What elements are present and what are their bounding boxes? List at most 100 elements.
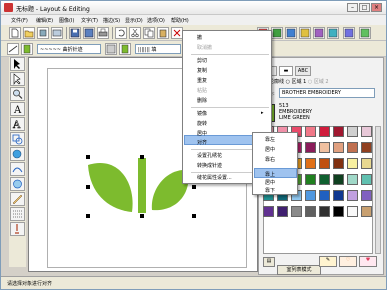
line-sew-icon[interactable] [7, 43, 19, 55]
hoop-icon[interactable] [299, 27, 311, 39]
color-swatch[interactable] [347, 174, 358, 185]
color-swatch[interactable] [263, 206, 274, 217]
menu-item-hole-sew[interactable]: 设置孔绣花 [197, 152, 222, 159]
menu-options[interactable]: 选项(O) [147, 17, 165, 24]
browse-icon[interactable] [51, 27, 63, 39]
menu-file[interactable]: 文件(F) [11, 17, 28, 24]
region-sew-icon[interactable] [105, 43, 117, 55]
point-edit-icon[interactable] [10, 72, 25, 86]
color-swatch[interactable] [333, 174, 344, 185]
color-swatch[interactable] [305, 174, 316, 185]
selection-handle[interactable] [86, 155, 90, 159]
line-color-icon[interactable] [21, 43, 33, 55]
menu-item-center[interactable]: 居中 [197, 130, 207, 137]
new-file-icon[interactable] [9, 27, 21, 39]
region-sew-type-select[interactable]: ||||||| 填 [135, 44, 181, 54]
menu-item-convert-stitch[interactable]: 转换成针迹 [197, 162, 222, 169]
menu-display[interactable]: 显示(D) [125, 17, 143, 24]
shape-icon[interactable] [10, 132, 25, 146]
thread-brand-select[interactable]: BROTHER EMBROIDERY [279, 88, 375, 98]
open-template-icon[interactable] [37, 27, 49, 39]
color-swatch[interactable] [361, 190, 372, 201]
tab-colors[interactable]: ▬ [279, 66, 293, 76]
color-swatch[interactable] [319, 158, 330, 169]
selection-handle[interactable] [140, 214, 144, 218]
selection-handle[interactable] [140, 155, 144, 159]
menu-item-paste[interactable]: 粘贴 [197, 87, 207, 94]
color-swatch[interactable] [291, 206, 302, 217]
menu-help[interactable]: 帮助(H) [171, 17, 189, 24]
align-center-h[interactable]: 居中 [265, 146, 275, 153]
color-swatch[interactable] [305, 126, 316, 137]
menu-item-delete[interactable]: 删除 [197, 97, 207, 104]
paste-icon[interactable] [157, 27, 169, 39]
align-bottom[interactable]: 靠下 [265, 187, 275, 194]
tab-abc[interactable]: ABC [295, 66, 311, 76]
menu-item-mirror[interactable]: 镜像 [197, 110, 207, 117]
color-swatch[interactable] [333, 190, 344, 201]
menu-item-undo[interactable]: 撤 [197, 34, 202, 41]
align-right[interactable]: 靠右 [265, 156, 275, 163]
region-color-icon[interactable] [119, 43, 131, 55]
heart-outline-icon[interactable]: ♡ [339, 256, 357, 267]
zoom-icon[interactable] [10, 87, 25, 101]
selection-handle[interactable] [192, 185, 196, 189]
align-top[interactable]: 靠上 [265, 171, 275, 178]
write-card-icon[interactable] [343, 27, 355, 39]
color-swatch[interactable] [305, 190, 316, 201]
text-tool-icon[interactable]: A [10, 102, 25, 116]
color-swatch[interactable] [361, 174, 372, 185]
outline-text-icon[interactable]: A [10, 117, 25, 131]
color-swatch[interactable] [333, 142, 344, 153]
save-as-icon[interactable] [83, 27, 95, 39]
color-swatch[interactable] [347, 142, 358, 153]
selection-handle[interactable] [86, 185, 90, 189]
stitch-tool-icon[interactable] [10, 207, 25, 221]
color-swatch[interactable] [347, 190, 358, 201]
menu-item-copy[interactable]: 复制 [197, 67, 207, 74]
align-left[interactable]: 靠左 [265, 136, 275, 143]
color-swatch[interactable] [305, 142, 316, 153]
color-swatch[interactable] [319, 206, 330, 217]
export-icon[interactable] [327, 27, 339, 39]
color-swatch[interactable] [361, 126, 372, 137]
palette-list-icon[interactable]: ▤ [263, 257, 275, 267]
color-swatch[interactable] [361, 206, 372, 217]
menu-edit[interactable]: 编辑(E) [36, 17, 53, 24]
ruler-icon[interactable] [10, 192, 25, 206]
menu-item-rotate[interactable]: 旋转 [197, 120, 207, 127]
select-arrow-icon[interactable] [10, 57, 25, 71]
candy-icon[interactable]: ✎ [319, 256, 337, 267]
menu-item-cut[interactable]: 剪切 [197, 57, 207, 64]
menu-image[interactable]: 图像(I) [59, 17, 74, 24]
color-swatch[interactable] [333, 126, 344, 137]
color-swatch[interactable] [305, 158, 316, 169]
heart-icon[interactable]: ♥ [359, 256, 377, 267]
open-file-icon[interactable] [23, 27, 35, 39]
cut-icon[interactable] [129, 27, 141, 39]
color-swatch[interactable] [319, 174, 330, 185]
menu-item-redo[interactable]: 取消撤 [197, 44, 212, 51]
color-swatch[interactable] [319, 126, 330, 137]
save-icon[interactable] [69, 27, 81, 39]
close-button[interactable]: × [371, 3, 382, 12]
color-swatch[interactable] [305, 206, 316, 217]
menu-stroke[interactable]: 描边(S) [103, 17, 120, 24]
menu-item-duplicate[interactable]: 重复 [197, 77, 207, 84]
transfer-icon[interactable] [359, 27, 371, 39]
design-property-icon[interactable] [285, 27, 297, 39]
color-swatch[interactable] [333, 206, 344, 217]
align-center-v[interactable]: 居中 [265, 179, 275, 186]
print-icon[interactable] [97, 27, 109, 39]
sew-attribute-icon[interactable] [10, 222, 25, 236]
maximize-button[interactable]: □ [359, 3, 370, 12]
copy-icon[interactable] [143, 27, 155, 39]
color-swatch[interactable] [319, 190, 330, 201]
menu-text[interactable]: 文字(T) [81, 17, 98, 24]
color-swatch[interactable] [277, 206, 288, 217]
undo-icon[interactable] [115, 27, 127, 39]
color-swatch[interactable] [347, 126, 358, 137]
selection-handle[interactable] [86, 214, 90, 218]
line-sew-type-select[interactable]: ~~~~~ 曲折针迹 [37, 44, 101, 54]
color-swatch[interactable] [361, 158, 372, 169]
